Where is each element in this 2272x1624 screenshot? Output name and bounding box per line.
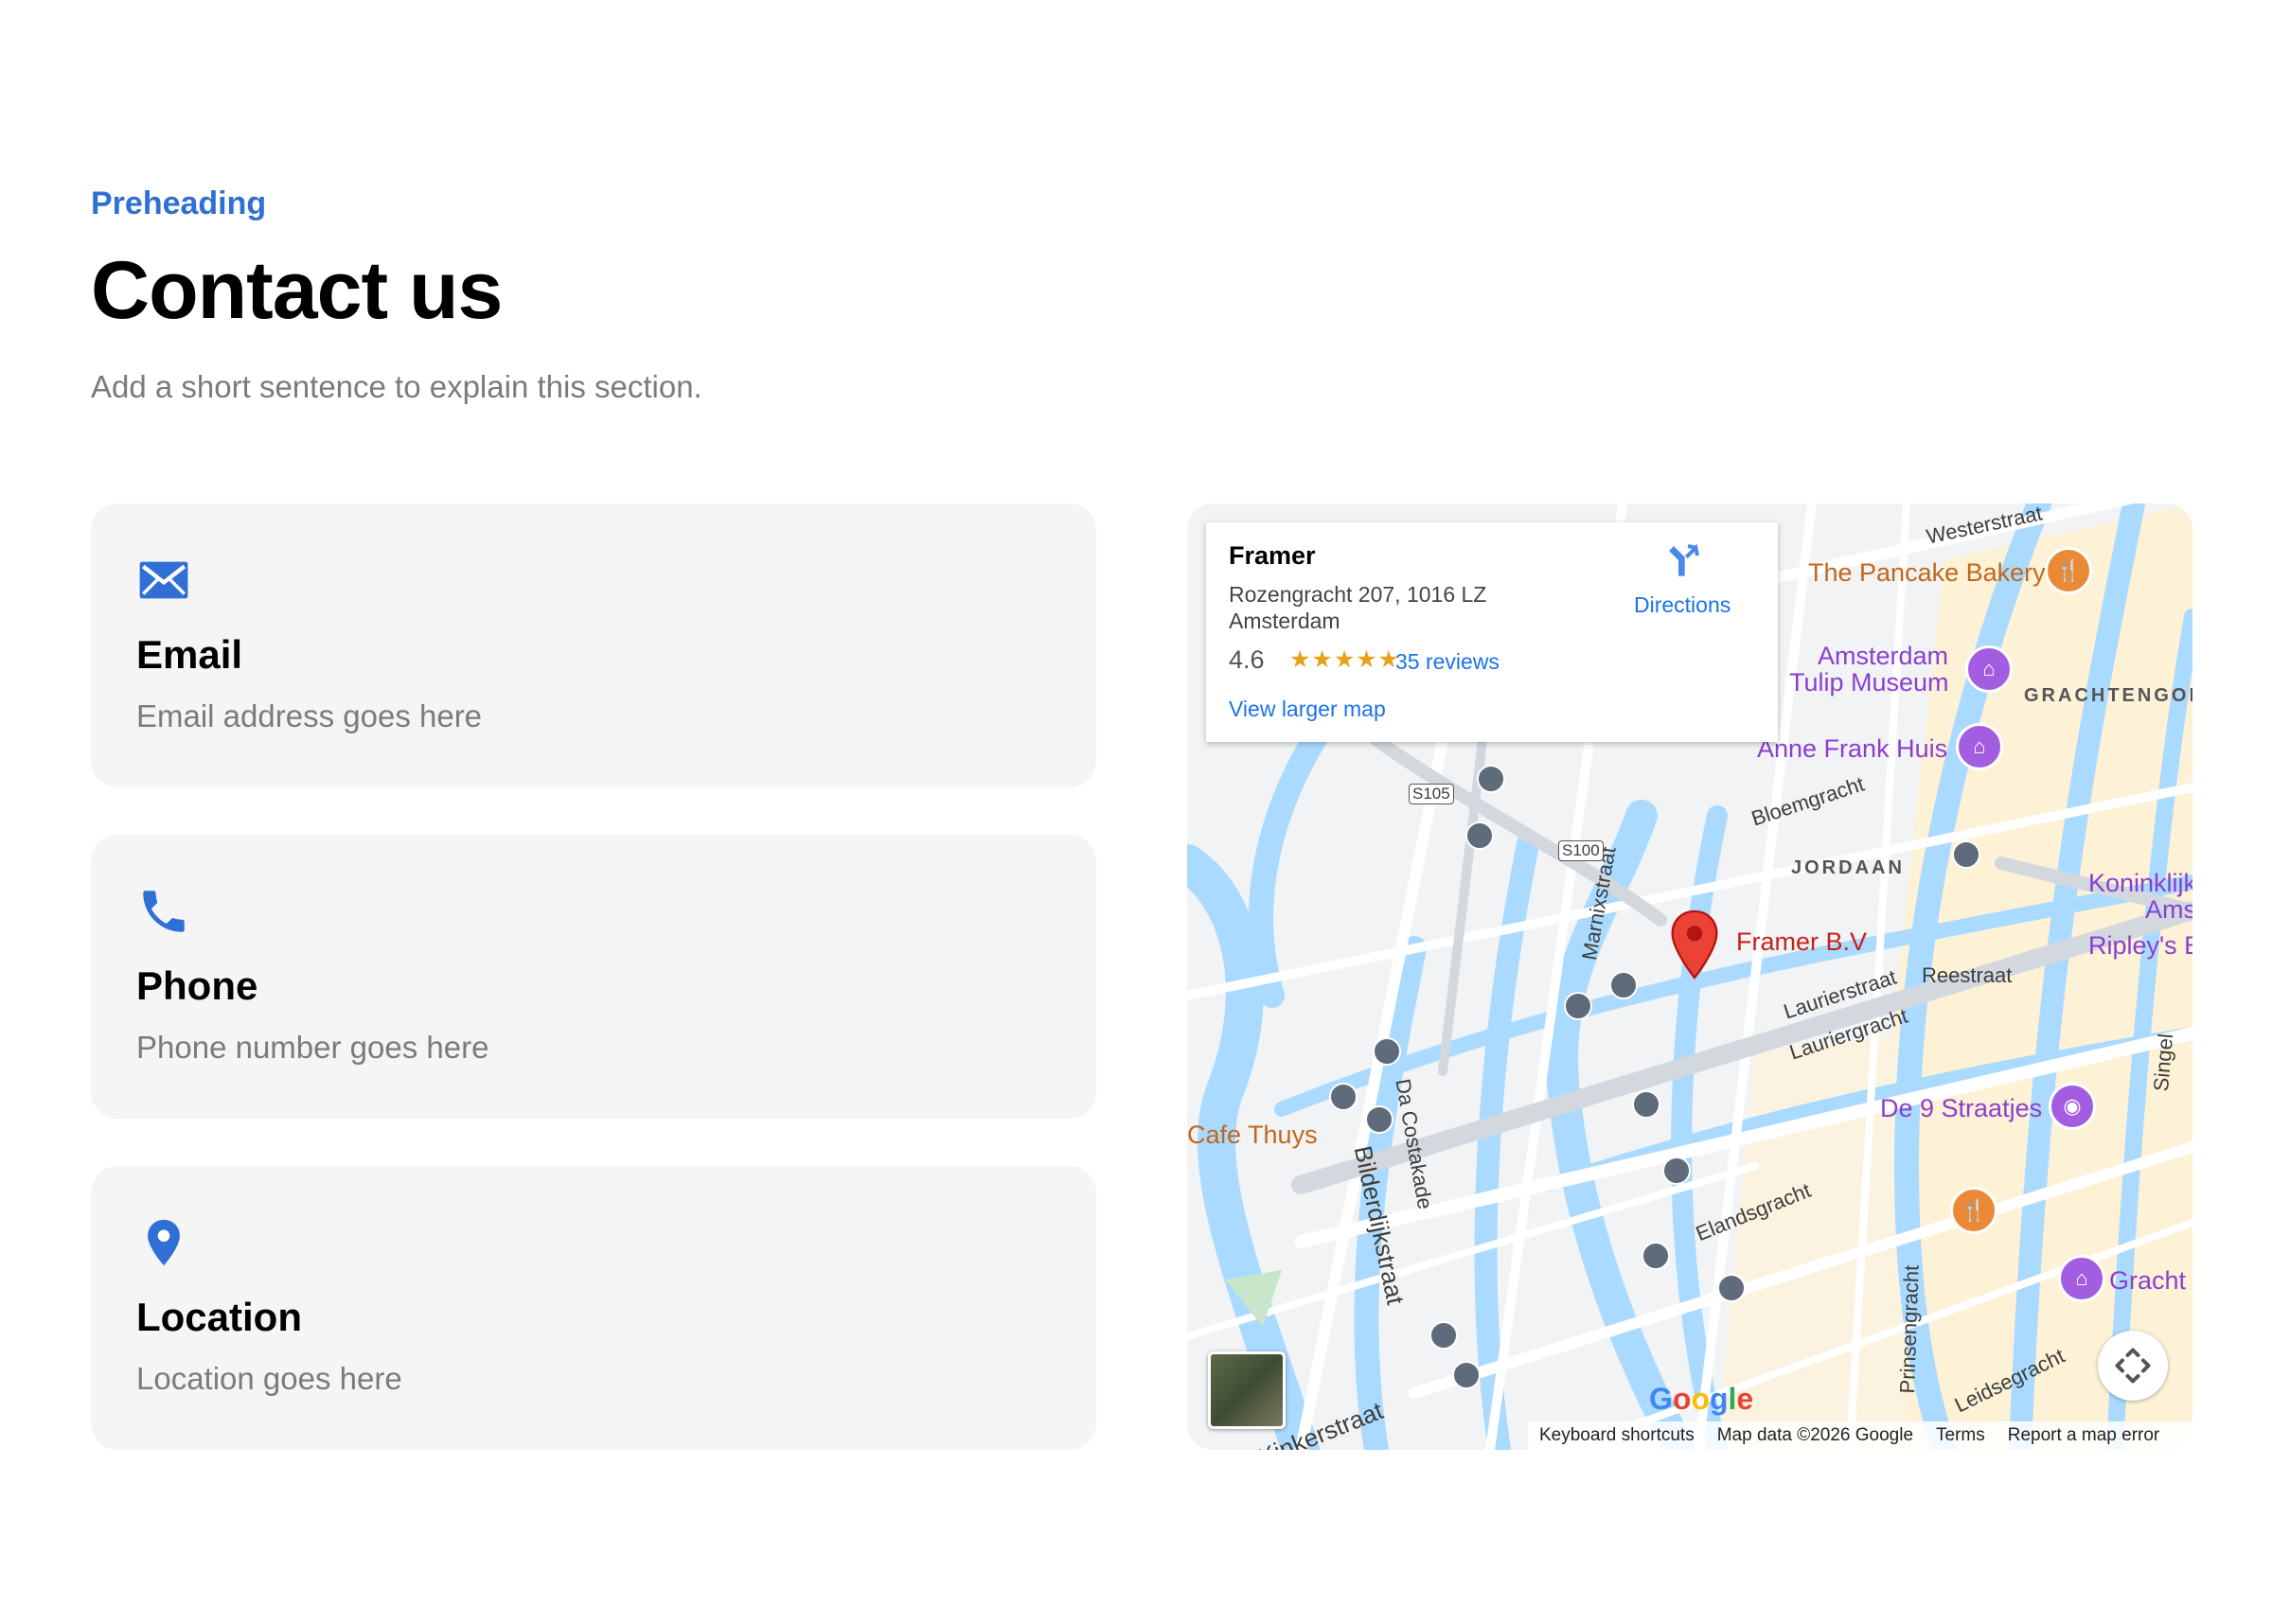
map-embed[interactable]: Westerstraat The Pancake Bakery 🍴 Amster… (1187, 503, 2192, 1450)
page-title: Contact us (91, 245, 503, 336)
map-label-pancake-bakery: The Pancake Bakery (1808, 558, 2046, 587)
email-title: Email (136, 632, 243, 677)
location-card: Location Location goes here (91, 1166, 1096, 1450)
preheading: Preheading (91, 185, 267, 221)
google-logo: Google (1649, 1382, 1754, 1416)
map-label-reestraat: Reestraat (1922, 963, 2013, 987)
museum-icon[interactable]: ⌂ (2058, 1255, 2105, 1302)
museum-icon[interactable]: ⌂ (1956, 723, 2003, 770)
keyboard-shortcuts-link[interactable]: Keyboard shortcuts (1539, 1425, 1695, 1446)
tram-stop-icon[interactable] (1465, 821, 1494, 850)
tram-stop-icon[interactable] (1452, 1361, 1481, 1389)
map-label-grachtengordel: GRACHTENGORD (2024, 685, 2192, 706)
fullscreen-button[interactable] (2098, 1331, 2168, 1401)
tram-stop-icon[interactable] (1609, 971, 1638, 999)
map-marker-label: Framer B.V (1736, 927, 1868, 956)
tram-stop-icon[interactable] (1662, 1156, 1691, 1185)
tram-stop-icon[interactable] (1429, 1321, 1458, 1350)
map-label-koninklijk: Koninklijk (2088, 869, 2192, 897)
map-label-s100: S100 (1558, 840, 1604, 861)
email-card: Email Email address goes here (91, 503, 1096, 787)
tram-stop-icon[interactable] (1632, 1090, 1660, 1119)
satellite-toggle-button[interactable] (1208, 1351, 1286, 1429)
map-label-ams: Ams (2145, 895, 2192, 924)
rating-stars: ★★★★★ (1289, 646, 1401, 673)
tram-stop-icon[interactable] (1477, 765, 1505, 793)
tram-stop-icon[interactable] (1329, 1083, 1358, 1111)
report-map-error-link[interactable]: Report a map error (2008, 1425, 2160, 1446)
museum-icon[interactable]: ⌂ (1965, 645, 2013, 693)
directions-icon[interactable] (1664, 541, 1702, 579)
email-text: Email address goes here (136, 698, 483, 733)
map-label-anne-frank-huis: Anne Frank Huis (1757, 734, 1948, 763)
fullscreen-icon (2115, 1348, 2151, 1384)
phone-title: Phone (136, 963, 258, 1008)
view-larger-map-link[interactable]: View larger map (1229, 697, 1386, 722)
map-label-singel: Singel (2149, 1033, 2178, 1093)
tram-stop-icon[interactable] (1365, 1105, 1393, 1134)
map-label-ripleys: Ripley's E (2088, 931, 2192, 960)
phone-icon (143, 891, 185, 932)
phone-card: Phone Phone number goes here (91, 835, 1096, 1119)
restaurant-icon[interactable]: 🍴 (2045, 547, 2092, 594)
location-text: Location goes here (136, 1361, 402, 1396)
restaurant-icon[interactable]: 🍴 (1950, 1187, 1997, 1234)
map-label-de-9-straatjes: De 9 Straatjes (1880, 1094, 2043, 1122)
tram-stop-icon[interactable] (1717, 1274, 1746, 1302)
tram-stop-icon[interactable] (1373, 1037, 1401, 1066)
envelope-icon (139, 561, 188, 599)
tram-stop-icon[interactable] (1952, 840, 1980, 869)
directions-link[interactable]: Directions (1634, 592, 1731, 618)
location-marker-icon[interactable] (1668, 909, 1721, 980)
place-address: Rozengracht 207, 1016 LZ Amsterdam (1229, 582, 1487, 633)
terms-link[interactable]: Terms (1936, 1425, 1985, 1446)
map-label-s105: S105 (1409, 784, 1454, 804)
map-info-window: Framer Rozengracht 207, 1016 LZ Amsterda… (1206, 522, 1778, 742)
reviews-link[interactable]: 35 reviews (1395, 649, 1500, 675)
place-name: Framer (1229, 541, 1316, 570)
map-attribution-bar: Keyboard shortcuts Map data ©2026 Google… (1528, 1421, 2192, 1450)
tram-stop-icon[interactable] (1564, 992, 1592, 1020)
place-rating: 4.6 (1229, 645, 1265, 674)
location-title: Location (136, 1295, 302, 1339)
map-label-prinsengracht: Prinsengracht (1895, 1264, 1924, 1394)
phone-text: Phone number goes here (136, 1030, 489, 1065)
map-label-tulip-museum-1: Amsterdam (1818, 642, 1949, 670)
map-label-tulip-museum-2: Tulip Museum (1789, 668, 1949, 697)
tram-stop-icon[interactable] (1642, 1242, 1670, 1270)
map-label-gracht: Gracht (2109, 1266, 2187, 1295)
camera-icon[interactable]: ◉ (2049, 1083, 2096, 1130)
map-data-text: Map data ©2026 Google (1716, 1425, 1914, 1445)
location-pin-icon (148, 1219, 180, 1266)
page-subtitle: Add a short sentence to explain this sec… (91, 369, 702, 404)
map-label-jordaan: JORDAAN (1791, 857, 1905, 878)
map-label-cafe-thuys: Cafe Thuys (1187, 1121, 1318, 1149)
